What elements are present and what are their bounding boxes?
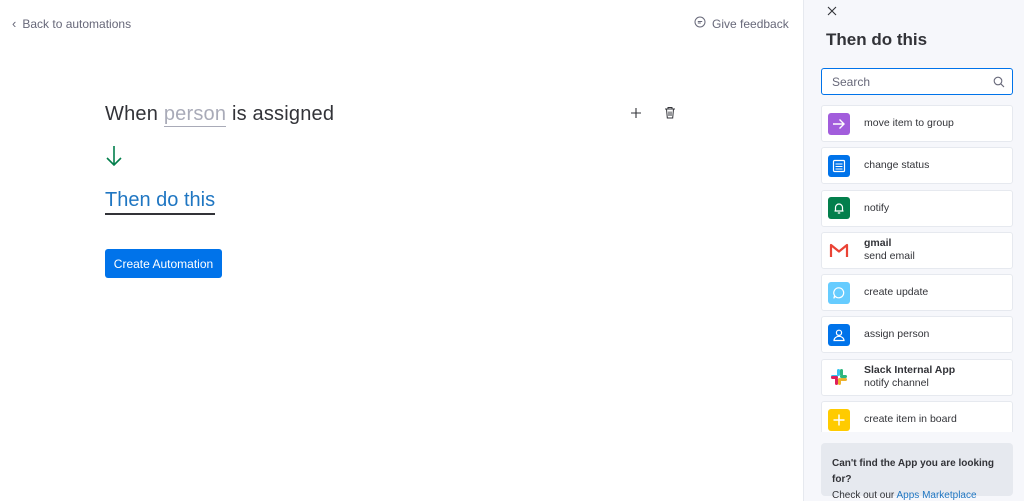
slack-icon [828,366,850,389]
feedback-label: Give feedback [712,16,789,31]
arrow-right-icon [828,112,850,135]
action-title: gmail [864,237,892,250]
action-title: Slack Internal App [864,364,956,377]
action-picker-panel: Then do this move item to group change s… [803,0,1024,501]
action-item-notify[interactable]: notify [821,189,1013,227]
action-item-assign-person[interactable]: assign person [821,316,1013,354]
action-label: assign person [864,328,930,341]
action-item-create-item-in-board[interactable]: create item in board [821,401,1013,432]
person-icon [828,323,850,346]
trigger-person-field[interactable]: person [163,103,227,127]
action-item-slack-notify-channel[interactable]: Slack Internal App notify channel [821,358,1013,396]
action-label: move item to group [864,117,954,129]
chevron-left-icon: ‹ [12,16,17,31]
back-link-label: Back to automations [22,16,132,31]
action-list: move item to group change status notify … [821,105,1013,432]
help-question: Can't find the App you are looking for? [832,458,995,485]
back-to-automations-link[interactable]: ‹ Back to automations [12,16,131,31]
panel-title: Then do this [826,30,928,49]
then-do-this-placeholder[interactable]: Then do this [105,189,216,215]
gmail-icon [828,239,850,262]
action-label: notify channel [864,377,929,390]
action-item-create-update[interactable]: create update [821,274,1013,312]
help-prefix: Check out our [832,490,895,501]
create-automation-button[interactable]: Create Automation [105,249,222,278]
action-label: create update [864,286,929,299]
recipe-actions [630,106,676,119]
feedback-icon [694,16,706,31]
bell-icon [828,197,850,220]
trash-icon [665,107,675,119]
apps-marketplace-link[interactable]: Apps Marketplace [897,490,977,501]
plus-icon [828,408,850,431]
close-icon[interactable] [826,4,838,22]
action-label: send email [864,250,915,263]
action-label: create item in board [864,413,957,426]
search-icon [993,75,1005,93]
marketplace-help-box: Can't find the App you are looking for? … [821,443,1013,501]
trigger-sentence: When person is assigned [105,103,335,127]
arrow-down-icon [105,145,123,172]
action-text: Slack Internal App notify channel [864,364,955,390]
action-item-gmail-send-email[interactable]: gmail send email [821,231,1013,269]
search-box [821,68,1013,95]
when-suffix: is assigned [231,103,335,125]
plus-icon [631,107,641,118]
action-label: notify [864,201,890,214]
action-text: gmail send email [864,237,915,263]
give-feedback-link[interactable]: Give feedback [694,16,789,31]
action-item-move-item-to-group[interactable]: move item to group [821,105,1013,142]
add-condition-button[interactable] [630,106,642,119]
chat-bubble-icon [828,281,850,304]
status-list-icon [828,154,850,177]
delete-button[interactable] [664,106,676,119]
action-item-change-status[interactable]: change status [821,147,1013,185]
search-input[interactable] [822,69,987,94]
when-prefix: When [105,103,159,125]
action-label: change status [864,159,930,172]
